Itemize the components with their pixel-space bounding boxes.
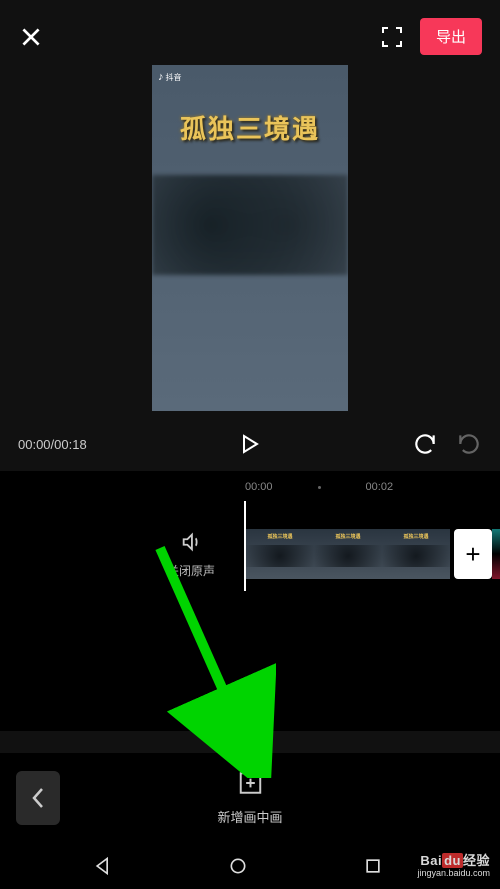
export-button[interactable]: 导出 (420, 18, 482, 55)
video-title-text: 孤独三境遇 (152, 109, 348, 146)
mute-original-sound-button[interactable]: 关闭原声 (167, 531, 215, 579)
add-pip-button[interactable]: 新增画中画 (217, 770, 282, 826)
clip-thumbnail[interactable]: 孤独三境遇 (382, 529, 450, 579)
add-clip-button[interactable]: + (454, 529, 492, 579)
video-content-band (152, 175, 348, 275)
close-icon[interactable] (18, 24, 44, 50)
top-bar: 导出 (0, 0, 500, 65)
chevron-left-icon (31, 787, 45, 809)
nav-recent-icon[interactable] (363, 856, 383, 876)
speaker-icon (180, 531, 202, 553)
time-ruler: 00:00 00:02 (0, 471, 500, 497)
plus-icon: + (465, 539, 480, 570)
nav-back-icon[interactable] (93, 856, 113, 876)
baidu-watermark: Baidu经验 jingyan.baidu.com (417, 853, 490, 879)
fullscreen-icon[interactable] (380, 25, 404, 49)
preview-area: ♪抖音 孤独三境遇 (0, 65, 500, 421)
undo-icon[interactable] (412, 431, 438, 457)
pip-label: 新增画中画 (217, 807, 282, 826)
douyin-watermark: ♪抖音 (158, 71, 182, 83)
time-display: 00:00/00:18 (18, 437, 87, 452)
play-icon[interactable] (237, 432, 261, 456)
timeline-section: 00:00 00:02 关闭原声 孤独三境遇 孤独三境遇 孤独三境遇 + (0, 471, 500, 731)
ruler-dot (318, 486, 321, 489)
back-button[interactable] (16, 771, 60, 825)
clip-thumbnail[interactable]: 孤独三境遇 (314, 529, 382, 579)
ruler-tick: 00:00 (245, 481, 273, 493)
clip-end-cap (492, 529, 500, 579)
playback-bar: 00:00/00:18 (0, 421, 500, 471)
video-preview[interactable]: ♪抖音 孤独三境遇 (152, 65, 348, 411)
video-track[interactable]: 孤独三境遇 孤独三境遇 孤独三境遇 (246, 529, 450, 579)
clip-thumbnail[interactable]: 孤独三境遇 (246, 529, 314, 579)
add-square-icon (237, 770, 263, 796)
redo-icon[interactable] (456, 431, 482, 457)
nav-home-icon[interactable] (228, 856, 248, 876)
mute-label: 关闭原声 (167, 562, 215, 579)
playhead[interactable] (244, 501, 246, 591)
ruler-tick: 00:02 (366, 481, 394, 493)
bottom-toolbar: 新增画中画 (0, 753, 500, 843)
